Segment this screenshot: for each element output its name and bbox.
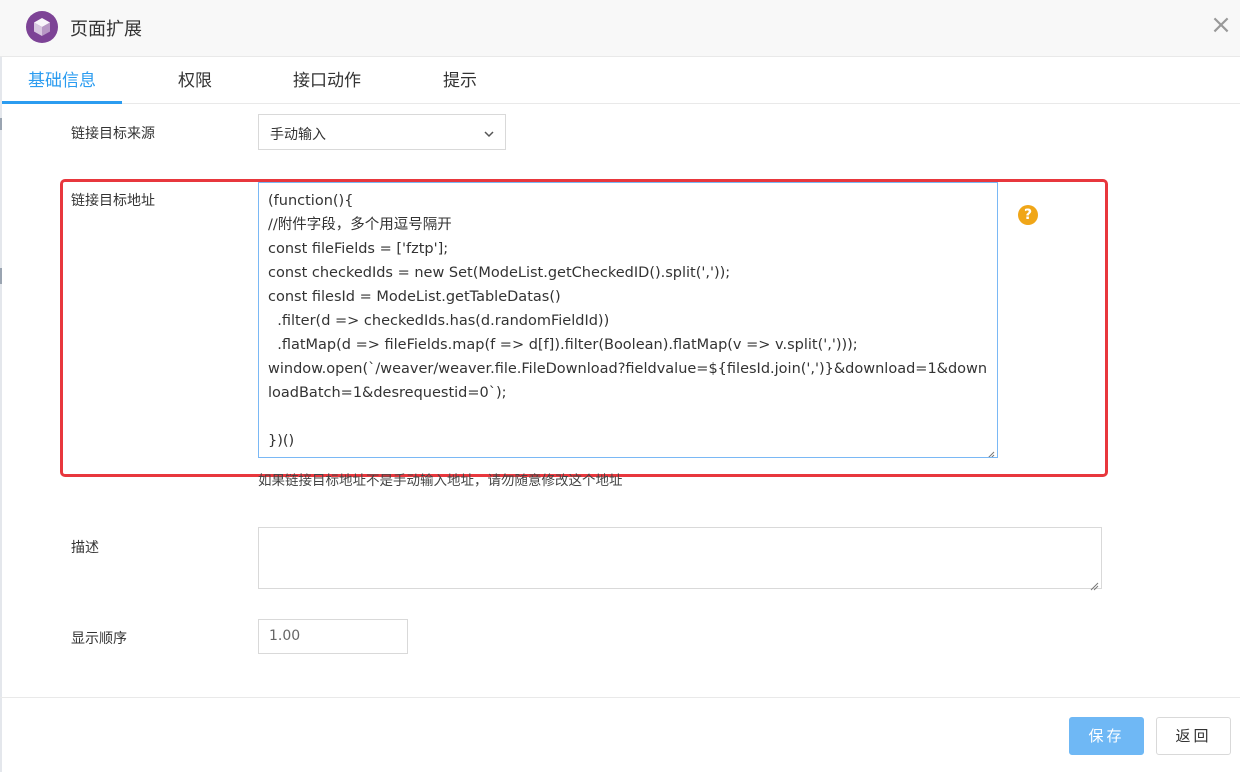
resize-handle-icon[interactable] [1089,576,1099,591]
background-edge [0,0,2,772]
tab-tips[interactable]: 提示 [442,57,478,103]
dialog-title: 页面扩展 [70,19,142,40]
tab-permissions[interactable]: 权限 [177,57,213,103]
link-source-label: 链接目标来源 [71,126,155,142]
tab-basic-info[interactable]: 基础信息 [2,57,122,104]
back-button[interactable]: 返回 [1156,717,1231,755]
link-address-hint: 如果链接目标地址不是手动输入地址，请勿随意修改这个地址 [258,473,623,489]
dialog-header: 页面扩展 × [0,0,1240,57]
description-label: 描述 [71,540,99,556]
link-source-value: 手动输入 [270,127,326,143]
display-order-input[interactable]: 1.00 [258,619,408,654]
tab-interface-actions[interactable]: 接口动作 [291,57,363,103]
save-button[interactable]: 保存 [1069,717,1144,755]
cube-logo-icon [26,11,58,43]
highlight-annotation-box [60,179,1108,477]
footer-divider [0,697,1240,698]
display-order-label: 显示顺序 [71,631,127,647]
description-textarea[interactable] [258,527,1102,591]
tab-bar: 基础信息 权限 接口动作 提示 [0,57,1240,104]
close-icon[interactable]: × [1208,12,1234,38]
chevron-down-icon [483,125,495,144]
display-order-value: 1.00 [269,628,301,644]
link-source-select[interactable]: 手动输入 [258,114,506,150]
help-icon[interactable]: ? [1018,205,1038,225]
